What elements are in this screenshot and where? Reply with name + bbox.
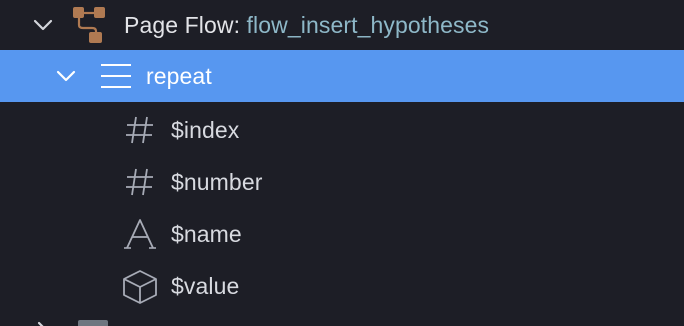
page-flow-label: Page Flow: flow_insert_hypotheses (124, 11, 489, 39)
tree-item-name[interactable]: $name (0, 208, 684, 260)
item-icon (78, 320, 108, 326)
hash-icon (124, 115, 156, 145)
variable-label: $name (171, 221, 242, 247)
chevron-right-icon[interactable] (32, 318, 54, 326)
page-flow-prefix: Page Flow: (124, 12, 247, 38)
tree-item-next[interactable] (0, 312, 684, 326)
chevron-down-icon[interactable] (32, 18, 54, 32)
variable-label: $number (171, 169, 263, 195)
cube-icon (121, 269, 159, 305)
variable-label: $value (171, 273, 240, 299)
flow-graph-icon (72, 6, 108, 44)
tree-item-index[interactable]: $index (0, 104, 684, 156)
flow-tree: Page Flow: flow_insert_hypotheses repeat (0, 0, 684, 326)
tree-item-number[interactable]: $number (0, 156, 684, 208)
list-lines-icon (100, 62, 132, 90)
chevron-down-icon[interactable] (55, 69, 77, 83)
repeat-label: repeat (146, 63, 212, 89)
flow-name: flow_insert_hypotheses (246, 12, 490, 38)
variable-label: $index (171, 117, 240, 143)
tree-item-page-flow[interactable]: Page Flow: flow_insert_hypotheses (0, 0, 684, 50)
tree-item-repeat[interactable]: repeat (0, 50, 684, 102)
tree-item-value[interactable]: $value (0, 260, 684, 312)
hash-icon (124, 167, 156, 197)
text-type-icon (124, 218, 156, 250)
